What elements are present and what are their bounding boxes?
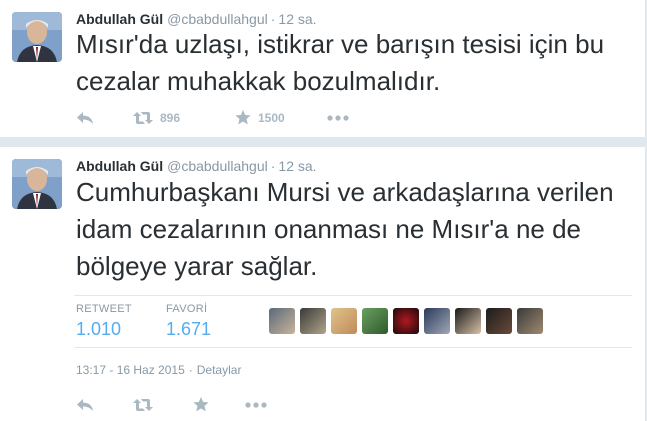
author-name[interactable]: Abdullah Gül — [76, 158, 163, 174]
reply-icon — [77, 398, 93, 411]
user-avatar[interactable] — [269, 308, 295, 334]
tweet-header: Abdullah Gül @cbabdullahgul · 12 sa. — [76, 158, 317, 174]
user-avatar[interactable] — [362, 308, 388, 334]
user-avatar[interactable] — [517, 308, 543, 334]
tweet-timestamp: 13:17 - 16 Haz 2015 — [76, 363, 185, 377]
author-name[interactable]: Abdullah Gül — [76, 11, 163, 27]
user-avatar[interactable] — [486, 308, 512, 334]
user-avatar[interactable] — [393, 308, 419, 334]
retweet-stat-label: RETWEET — [76, 303, 132, 315]
user-avatar[interactable] — [331, 308, 357, 334]
retweet-button[interactable] — [133, 398, 193, 412]
more-button[interactable] — [327, 114, 349, 121]
favorite-button[interactable] — [193, 397, 245, 412]
retweet-icon — [133, 111, 153, 124]
retweet-count: 896 — [160, 110, 181, 125]
tweet-time[interactable]: 12 sa. — [278, 11, 316, 27]
favorite-stat-label: FAVORİ — [166, 303, 208, 315]
separator-dot: · — [270, 158, 276, 174]
tweet-actions: 896 1500 — [76, 110, 349, 125]
details-link[interactable]: Detaylar — [197, 363, 242, 377]
retweet-stat-value: 1.010 — [76, 319, 122, 339]
reply-icon — [77, 111, 93, 124]
tweet-meta: 13:17 - 16 Haz 2015 · Detaylar — [76, 363, 241, 377]
retweet-button[interactable]: 896 — [133, 111, 235, 125]
author-handle[interactable]: @cbabdullahgul — [167, 158, 268, 174]
separator-dot: · — [270, 11, 276, 27]
retweet-icon — [133, 398, 153, 411]
tweet-stats: RETWEET 1.010 FAVORİ 1.671 — [74, 295, 632, 348]
more-button[interactable] — [245, 401, 267, 408]
tweet-card[interactable]: Abdullah Gül @cbabdullahgul · 12 sa. Cumhur… — [0, 147, 647, 421]
retweet-stat[interactable]: RETWEET 1.010 — [76, 303, 132, 340]
tweet-text: Mısır'da uzlaşı, istikrar ve barışın tes… — [76, 29, 605, 96]
star-icon — [193, 397, 209, 412]
user-avatar[interactable] — [455, 308, 481, 334]
favoriter-avatars — [269, 308, 548, 334]
tweet-time[interactable]: 12 sa. — [278, 158, 316, 174]
star-icon — [235, 110, 251, 125]
reply-button[interactable] — [76, 111, 133, 125]
reply-button[interactable] — [76, 398, 133, 412]
user-avatar[interactable] — [424, 308, 450, 334]
favorite-button[interactable]: 1500 — [235, 110, 327, 125]
tweet-actions — [76, 397, 267, 412]
more-icon — [327, 114, 349, 121]
favorite-stat-value: 1.671 — [166, 319, 212, 339]
avatar[interactable] — [12, 159, 62, 209]
favorite-stat[interactable]: FAVORİ 1.671 — [166, 303, 211, 340]
favorite-count: 1500 — [258, 110, 285, 125]
separator-dot: · — [188, 363, 193, 377]
tweet-header: Abdullah Gül @cbabdullahgul · 12 sa. — [76, 11, 317, 27]
avatar[interactable] — [12, 12, 62, 62]
tweet-card[interactable]: Abdullah Gül @cbabdullahgul · 12 sa. Mısır'… — [0, 0, 647, 137]
more-icon — [245, 401, 267, 408]
tweet-text: Cumhurbaşkanı Mursi ve arkadaşlarına ver… — [76, 177, 614, 281]
user-avatar[interactable] — [300, 308, 326, 334]
author-handle[interactable]: @cbabdullahgul — [167, 11, 268, 27]
